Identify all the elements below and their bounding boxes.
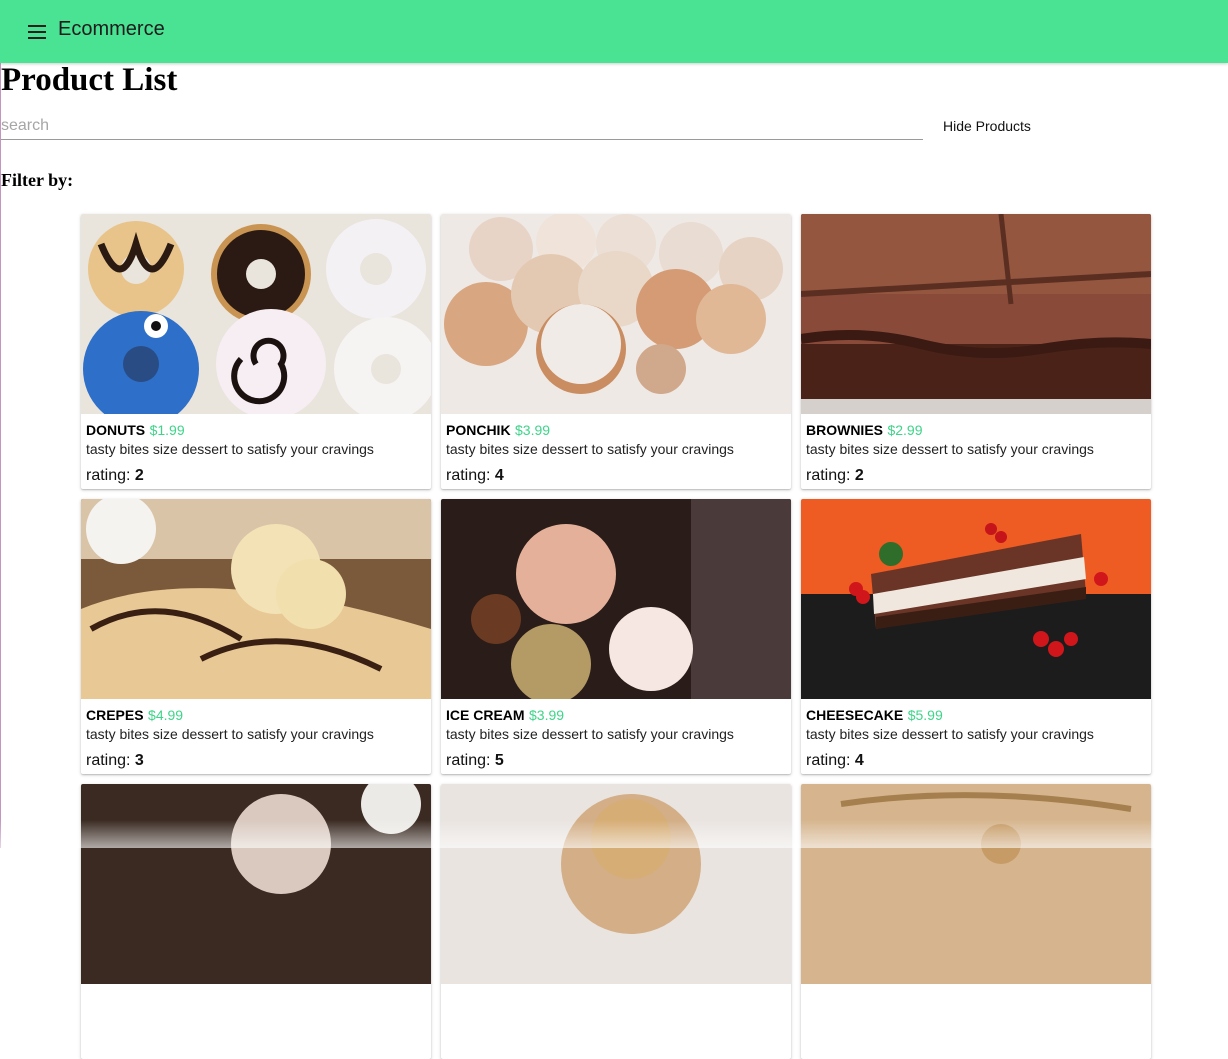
product-card[interactable]: DONUTS $1.99 tasty bites size dessert to … bbox=[81, 214, 431, 489]
rating-label: rating: bbox=[446, 467, 491, 484]
rating-value: 5 bbox=[494, 752, 504, 769]
product-info: BROWNIES $2.99 tasty bites size dessert t… bbox=[806, 422, 1146, 457]
product-image bbox=[441, 214, 791, 414]
rating-label: rating: bbox=[806, 752, 851, 769]
product-card[interactable] bbox=[801, 784, 1151, 1059]
app-bar: Ecommerce bbox=[0, 0, 1228, 63]
product-image bbox=[801, 499, 1151, 699]
product-rating: rating: 4 bbox=[806, 752, 864, 770]
rating-value: 3 bbox=[134, 752, 144, 769]
product-name: PONCHIK bbox=[446, 422, 511, 438]
product-image bbox=[801, 784, 1151, 984]
product-price: $1.99 bbox=[149, 422, 185, 438]
product-name: BROWNIES bbox=[806, 422, 883, 438]
product-price: $2.99 bbox=[887, 422, 923, 438]
product-image bbox=[81, 784, 431, 984]
product-card[interactable] bbox=[81, 784, 431, 1059]
product-name: CHEESECAKE bbox=[806, 707, 904, 723]
product-name: CREPES bbox=[86, 707, 144, 723]
product-info: DONUTS $1.99 tasty bites size dessert to … bbox=[86, 422, 426, 457]
rating-label: rating: bbox=[86, 467, 131, 484]
product-description: tasty bites size dessert to satisfy your… bbox=[806, 726, 1094, 742]
product-rating: rating: 3 bbox=[86, 752, 144, 770]
hide-products-button[interactable]: Hide Products bbox=[932, 113, 1042, 139]
product-price: $3.99 bbox=[529, 707, 565, 723]
product-info: PONCHIK $3.99 tasty bites size dessert to… bbox=[446, 422, 786, 457]
product-info: CHEESECAKE $5.99 tasty bites size dessert… bbox=[806, 707, 1146, 742]
product-image bbox=[81, 214, 431, 414]
rating-value: 4 bbox=[494, 467, 504, 484]
product-card[interactable]: CREPES $4.99 tasty bites size dessert to … bbox=[81, 499, 431, 774]
rating-value: 4 bbox=[854, 752, 864, 769]
product-image bbox=[441, 499, 791, 699]
product-card[interactable] bbox=[441, 784, 791, 1059]
product-description: tasty bites size dessert to satisfy your… bbox=[446, 726, 734, 742]
product-rating: rating: 5 bbox=[446, 752, 504, 770]
product-description: tasty bites size dessert to satisfy your… bbox=[86, 441, 374, 457]
app-title: Ecommerce bbox=[58, 18, 165, 40]
product-rating: rating: 2 bbox=[86, 467, 144, 485]
search-input[interactable] bbox=[1, 114, 923, 138]
product-rating: rating: 4 bbox=[446, 467, 504, 485]
page-title: Product List bbox=[1, 62, 178, 98]
rating-label: rating: bbox=[446, 752, 491, 769]
product-price: $5.99 bbox=[907, 707, 943, 723]
search-field bbox=[1, 114, 923, 140]
product-rating: rating: 2 bbox=[806, 467, 864, 485]
product-card[interactable]: PONCHIK $3.99 tasty bites size dessert to… bbox=[441, 214, 791, 489]
product-description: tasty bites size dessert to satisfy your… bbox=[446, 441, 734, 457]
product-price: $4.99 bbox=[148, 707, 184, 723]
rating-value: 2 bbox=[854, 467, 864, 484]
product-info: CREPES $4.99 tasty bites size dessert to … bbox=[86, 707, 426, 742]
product-description: tasty bites size dessert to satisfy your… bbox=[86, 726, 374, 742]
product-image bbox=[441, 784, 791, 984]
product-description: tasty bites size dessert to satisfy your… bbox=[806, 441, 1094, 457]
rating-label: rating: bbox=[86, 752, 131, 769]
product-image bbox=[801, 214, 1151, 414]
product-name: ICE CREAM bbox=[446, 707, 525, 723]
product-name: DONUTS bbox=[86, 422, 146, 438]
product-price: $3.99 bbox=[515, 422, 551, 438]
rating-label: rating: bbox=[806, 467, 851, 484]
product-card[interactable]: CHEESECAKE $5.99 tasty bites size dessert… bbox=[801, 499, 1151, 774]
product-info: ICE CREAM $3.99 tasty bites size dessert … bbox=[446, 707, 786, 742]
product-card[interactable]: BROWNIES $2.99 tasty bites size dessert t… bbox=[801, 214, 1151, 489]
menu-icon[interactable] bbox=[24, 19, 50, 45]
rating-value: 2 bbox=[134, 467, 144, 484]
filter-label: Filter by: bbox=[1, 170, 74, 190]
product-card[interactable]: ICE CREAM $3.99 tasty bites size dessert … bbox=[441, 499, 791, 774]
product-image bbox=[81, 499, 431, 699]
